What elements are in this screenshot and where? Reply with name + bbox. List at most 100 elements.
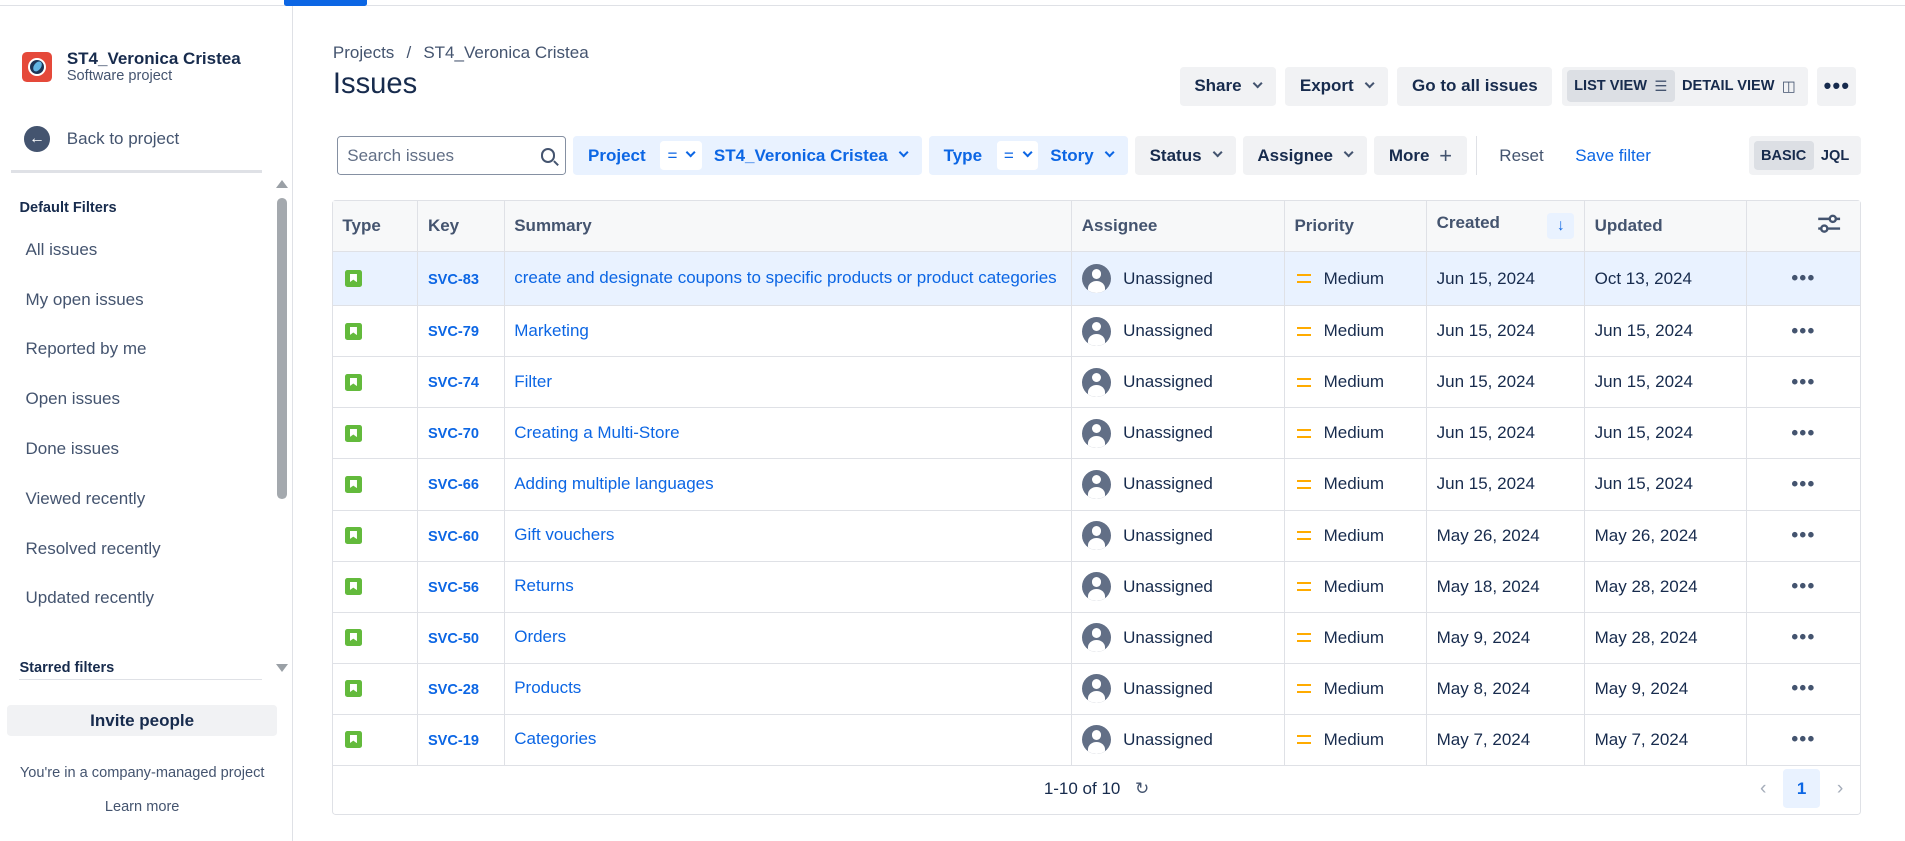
export-button[interactable]: Export	[1285, 66, 1388, 106]
assignee-cell[interactable]: Unassigned	[1071, 407, 1285, 460]
column-header-summary[interactable]: Summary	[504, 201, 1073, 252]
priority-cell[interactable]: Medium	[1284, 561, 1427, 613]
issue-key-link[interactable]: SVC-83	[428, 272, 479, 288]
row-more-icon[interactable]: •••	[1756, 728, 1850, 751]
column-header-assignee[interactable]: Assignee	[1071, 201, 1285, 252]
type-filter[interactable]: Type = Story	[929, 136, 1128, 175]
issue-key-link[interactable]: SVC-28	[428, 682, 479, 698]
column-header-created[interactable]: Created ↓	[1426, 201, 1585, 252]
issue-key-link[interactable]: SVC-19	[428, 733, 479, 749]
assignee-cell[interactable]: Unassigned	[1071, 561, 1285, 613]
table-row[interactable]: SVC-66 Adding multiple languages Unassig…	[332, 458, 1861, 511]
table-row[interactable]: SVC-79 Marketing Unassigned Medium Jun 1…	[332, 305, 1861, 358]
row-more-icon[interactable]: •••	[1756, 267, 1850, 290]
summary-link[interactable]: Filter	[514, 372, 552, 391]
table-row[interactable]: SVC-70 Creating a Multi-Store Unassigned…	[332, 407, 1861, 460]
project-operator-select[interactable]: =	[660, 140, 702, 171]
sidebar-item-my-open-issues[interactable]: My open issues	[0, 275, 267, 325]
priority-cell[interactable]: Medium	[1284, 251, 1427, 307]
chevron-right-icon[interactable]: ›	[1832, 777, 1848, 800]
status-filter[interactable]: Status	[1135, 136, 1236, 175]
sidebar-item-viewed-recently[interactable]: Viewed recently	[0, 474, 267, 524]
summary-link[interactable]: Products	[514, 678, 581, 697]
table-row[interactable]: SVC-19 Categories Unassigned Medium May …	[332, 714, 1861, 766]
search-input[interactable]	[347, 145, 536, 166]
summary-link[interactable]: Gift vouchers	[514, 525, 614, 544]
table-row[interactable]: SVC-56 Returns Unassigned Medium May 18,…	[332, 561, 1861, 613]
column-header-type[interactable]: Type	[332, 201, 419, 252]
basic-mode-button[interactable]: BASIC	[1753, 140, 1814, 171]
assignee-cell[interactable]: Unassigned	[1071, 251, 1285, 307]
row-more-icon[interactable]: •••	[1756, 626, 1850, 649]
sidebar-item-open-issues[interactable]: Open issues	[0, 374, 267, 424]
assignee-filter[interactable]: Assignee	[1242, 136, 1367, 175]
column-header-priority[interactable]: Priority	[1284, 201, 1427, 252]
priority-cell[interactable]: Medium	[1284, 714, 1427, 766]
priority-cell[interactable]: Medium	[1284, 663, 1427, 715]
summary-link[interactable]: Orders	[514, 627, 566, 646]
reset-button[interactable]: Reset	[1487, 136, 1556, 175]
issue-key-link[interactable]: SVC-79	[428, 324, 479, 340]
sidebar-item-resolved-recently[interactable]: Resolved recently	[0, 524, 267, 574]
assignee-cell[interactable]: Unassigned	[1071, 612, 1285, 664]
priority-cell[interactable]: Medium	[1284, 407, 1427, 460]
assignee-cell[interactable]: Unassigned	[1071, 663, 1285, 715]
page-button-current[interactable]: 1	[1783, 769, 1820, 809]
priority-cell[interactable]: Medium	[1284, 612, 1427, 664]
sliders-icon[interactable]	[1817, 214, 1841, 238]
row-more-icon[interactable]: •••	[1756, 371, 1850, 394]
column-header-key[interactable]: Key	[417, 201, 505, 252]
priority-cell[interactable]: Medium	[1284, 356, 1427, 409]
scroll-up-icon[interactable]	[275, 180, 288, 188]
chevron-left-icon[interactable]: ‹	[1755, 777, 1771, 800]
search-box[interactable]	[336, 136, 567, 175]
back-to-project-link[interactable]: ← Back to project	[24, 126, 179, 152]
issue-key-link[interactable]: SVC-70	[428, 426, 479, 442]
priority-cell[interactable]: Medium	[1284, 305, 1427, 358]
row-more-icon[interactable]: •••	[1756, 575, 1850, 598]
project-filter[interactable]: Project = ST4_Veronica Cristea	[573, 136, 922, 175]
sidebar-item-updated-recently[interactable]: Updated recently	[0, 573, 267, 623]
summary-link[interactable]: Marketing	[514, 321, 589, 340]
type-operator-select[interactable]: =	[996, 140, 1039, 171]
priority-cell[interactable]: Medium	[1284, 510, 1427, 562]
arrow-down-icon[interactable]: ↓	[1547, 212, 1575, 240]
summary-link[interactable]: Creating a Multi-Store	[514, 423, 679, 442]
sidebar-item-done-issues[interactable]: Done issues	[0, 424, 267, 474]
go-to-all-issues-button[interactable]: Go to all issues	[1397, 66, 1553, 106]
priority-cell[interactable]: Medium	[1284, 458, 1427, 511]
assignee-cell[interactable]: Unassigned	[1071, 356, 1285, 409]
more-filters-button[interactable]: More +	[1374, 136, 1467, 175]
more-actions-button[interactable]: •••	[1817, 66, 1857, 106]
save-filter-button[interactable]: Save filter	[1563, 136, 1663, 175]
detail-view-button[interactable]: DETAIL VIEW ◫	[1675, 70, 1803, 102]
refresh-icon[interactable]: ↻	[1135, 779, 1149, 799]
assignee-cell[interactable]: Unassigned	[1071, 714, 1285, 766]
table-row[interactable]: SVC-74 Filter Unassigned Medium Jun 15, …	[332, 356, 1861, 409]
summary-link[interactable]: Adding multiple languages	[514, 474, 713, 493]
table-row[interactable]: SVC-28 Products Unassigned Medium May 8,…	[332, 663, 1861, 715]
row-more-icon[interactable]: •••	[1756, 524, 1850, 547]
issue-key-link[interactable]: SVC-66	[428, 477, 479, 493]
assignee-cell[interactable]: Unassigned	[1071, 510, 1285, 562]
column-header-updated[interactable]: Updated	[1584, 201, 1747, 252]
table-row[interactable]: SVC-83 create and designate coupons to s…	[332, 251, 1861, 307]
share-button[interactable]: Share	[1179, 66, 1276, 106]
list-view-button[interactable]: LIST VIEW ☰	[1566, 70, 1675, 103]
scrollbar-thumb[interactable]	[277, 198, 287, 500]
project-header[interactable]: ST4_Veronica Cristea Software project	[21, 49, 241, 85]
table-row[interactable]: SVC-60 Gift vouchers Unassigned Medium M…	[332, 510, 1861, 562]
jql-mode-button[interactable]: JQL	[1814, 141, 1857, 170]
learn-more-link[interactable]: Learn more	[0, 799, 284, 815]
issue-key-link[interactable]: SVC-74	[428, 375, 479, 391]
row-more-icon[interactable]: •••	[1756, 422, 1850, 445]
issue-key-link[interactable]: SVC-50	[428, 631, 479, 647]
row-more-icon[interactable]: •••	[1756, 320, 1850, 343]
summary-link[interactable]: Returns	[514, 576, 574, 595]
row-more-icon[interactable]: •••	[1756, 473, 1850, 496]
sidebar-item-reported-by-me[interactable]: Reported by me	[0, 324, 267, 374]
invite-people-button[interactable]: Invite people	[7, 704, 277, 737]
assignee-cell[interactable]: Unassigned	[1071, 458, 1285, 511]
sidebar-item-all-issues[interactable]: All issues	[0, 225, 267, 275]
scroll-down-icon[interactable]	[275, 663, 288, 672]
